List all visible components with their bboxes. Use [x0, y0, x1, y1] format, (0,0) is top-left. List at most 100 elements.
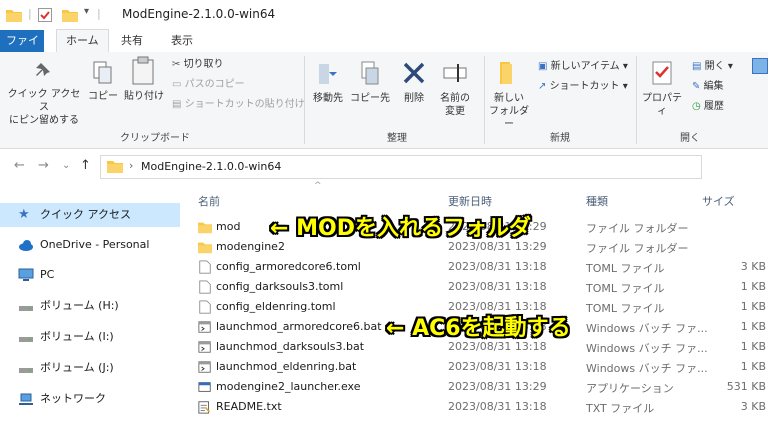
copy-label: コピー — [88, 91, 118, 102]
file-type: ファイル フォルダー — [586, 242, 689, 255]
bat-icon — [198, 341, 211, 353]
forward-arrow-icon[interactable]: → — [38, 158, 49, 173]
properties-checkbox-icon[interactable] — [38, 8, 52, 22]
copy-path-label: パスのコピー — [184, 79, 245, 90]
nav-onedrive[interactable]: OneDrive - Personal — [18, 235, 149, 255]
pin-quick-access-button[interactable]: クイック アクセス にピン留めする — [4, 60, 84, 127]
tab-share[interactable]: 共有 — [112, 30, 152, 52]
column-header-size[interactable]: サイズ — [702, 193, 735, 209]
new-item-label: 新しいアイテム ▾ — [550, 61, 628, 72]
scissors-icon: ✂ — [172, 59, 184, 70]
file-type: ファイル フォルダー — [586, 222, 689, 235]
nav-label: ネットワーク — [40, 392, 106, 405]
file-row[interactable]: config_armoredcore6.toml 2023/08/31 13:18… — [190, 257, 768, 277]
paste-button[interactable]: 貼り付け — [122, 56, 166, 103]
bat-icon — [198, 321, 211, 333]
file-type: Windows バッチ ファ... — [586, 362, 708, 375]
file-icon — [199, 280, 211, 294]
file-icon — [199, 300, 211, 314]
nav-volume-j[interactable]: ボリューム (J:) — [18, 358, 114, 378]
tab-view[interactable]: 表示 — [162, 30, 202, 52]
copy-button[interactable]: コピー — [86, 60, 120, 103]
delete-button[interactable]: 削除 — [396, 58, 432, 105]
delete-label: 削除 — [404, 93, 424, 104]
organize-group-label: 整理 — [387, 133, 407, 144]
new-folder-label-1: 新しい — [494, 93, 524, 104]
cloud-icon — [19, 240, 33, 251]
customize-toolbar-icon[interactable]: ▾ — [84, 6, 89, 17]
file-row[interactable]: modengine2_launcher.exe 2023/08/31 13:29 ア… — [190, 377, 768, 397]
exe-icon — [198, 382, 211, 392]
tab-file[interactable]: ファイル — [0, 30, 44, 69]
file-row[interactable]: config_darksouls3.toml 2023/08/31 13:18 TO… — [190, 277, 768, 297]
window-title: ModEngine-2.1.0.0-win64 — [122, 7, 276, 21]
pc-icon — [18, 268, 34, 281]
breadcrumb-current[interactable]: ModEngine-2.1.0.0-win64 — [141, 160, 281, 173]
file-date: 2023/08/31 13:18 — [448, 360, 547, 373]
paste-shortcut-button[interactable]: ▤ ショートカットの貼り付け — [172, 98, 305, 112]
file-size: 1 KB — [740, 300, 766, 313]
address-bar[interactable]: › ModEngine-2.1.0.0-win64 — [100, 155, 702, 179]
move-to-button[interactable]: 移動先 — [308, 58, 348, 105]
up-arrow-icon[interactable]: ↑ — [80, 158, 91, 173]
shortcut-button[interactable]: ↗ ショートカット ▾ — [538, 80, 628, 94]
network-icon — [19, 393, 33, 405]
file-name: config_darksouls3.toml — [216, 280, 344, 293]
history-button[interactable]: ◷ 履歴 — [692, 100, 724, 114]
file-type: TOML ファイル — [586, 282, 665, 295]
new-folder-icon[interactable] — [62, 8, 78, 22]
folder-icon — [198, 242, 212, 254]
nav-network[interactable]: ネットワーク — [18, 389, 106, 409]
file-name: mod — [216, 220, 241, 233]
drive-icon — [19, 368, 33, 373]
copy-to-button[interactable]: コピー先 — [350, 58, 390, 105]
nav-volume-h[interactable]: ボリューム (H:) — [18, 296, 119, 316]
file-name: launchmod_darksouls3.bat — [216, 340, 365, 353]
file-type: Windows バッチ ファ... — [586, 342, 708, 355]
edit-button[interactable]: ✎ 編集 — [692, 80, 724, 94]
cut-button[interactable]: ✂ 切り取り — [172, 58, 224, 72]
file-row[interactable]: launchmod_eldenring.bat 2023/08/31 13:18 W… — [190, 357, 768, 377]
clipboard-group-label: クリップボード — [120, 133, 190, 144]
nav-volume-i[interactable]: ボリューム (I:) — [18, 327, 114, 347]
file-name: config_armoredcore6.toml — [216, 260, 361, 273]
rename-button[interactable]: 名前の 変更 — [434, 58, 476, 118]
recent-chevron-icon[interactable]: ⌄ — [62, 160, 70, 171]
breadcrumb-chevron-icon[interactable]: › — [129, 159, 133, 172]
new-folder-button[interactable]: 新しい フォルダー — [486, 58, 532, 131]
properties-button[interactable]: プロパティ — [638, 58, 686, 118]
nav-pc[interactable]: PC — [18, 265, 54, 285]
nav-quick-access[interactable]: ★ クイック アクセス — [18, 205, 131, 225]
copy-to-icon — [361, 61, 379, 85]
file-row[interactable]: README.txt 2023/08/31 13:18 TXT ファイル 3 KB — [190, 397, 768, 417]
delete-x-icon — [403, 62, 425, 84]
file-type: Windows バッチ ファ... — [586, 322, 708, 335]
open-icon: ▤ — [692, 61, 705, 72]
nav-label: ボリューム (H:) — [40, 299, 119, 312]
column-header-date[interactable]: 更新日時 — [448, 193, 492, 209]
file-size: 3 KB — [740, 400, 766, 413]
file-type: TXT ファイル — [586, 402, 655, 415]
file-size: 1 KB — [740, 360, 766, 373]
back-arrow-icon[interactable]: ← — [14, 158, 25, 173]
ribbon-tabs: ファイル ホーム 共有 表示 — [0, 29, 768, 69]
annotation-ac6: ← AC6を起動する — [386, 316, 571, 341]
txt-icon — [198, 401, 211, 414]
new-folder-label-2: フォルダー — [489, 106, 529, 130]
drive-icon — [19, 306, 33, 311]
address-row: ← → ⌄ ↑ › ModEngine-2.1.0.0-win64 — [0, 150, 768, 182]
properties-label: プロパティ — [642, 93, 682, 117]
group-divider — [304, 56, 305, 144]
tab-home[interactable]: ホーム — [56, 29, 109, 54]
column-header-type[interactable]: 種類 — [586, 193, 608, 209]
pin-label-1: クイック アクセス — [7, 89, 81, 113]
shortcut-paste-icon: ▤ — [172, 99, 185, 110]
copy-path-button[interactable]: ▭ パスのコピー — [172, 78, 245, 92]
open-button[interactable]: ▤ 開く ▾ — [692, 60, 733, 74]
select-all-icon[interactable] — [752, 58, 768, 74]
new-item-button[interactable]: ▣ 新しいアイテム ▾ — [538, 60, 628, 74]
history-icon: ◷ — [692, 101, 704, 112]
folder-icon — [198, 222, 212, 234]
column-header-name[interactable]: 名前 — [198, 193, 220, 209]
file-name: config_eldenring.toml — [216, 300, 336, 313]
